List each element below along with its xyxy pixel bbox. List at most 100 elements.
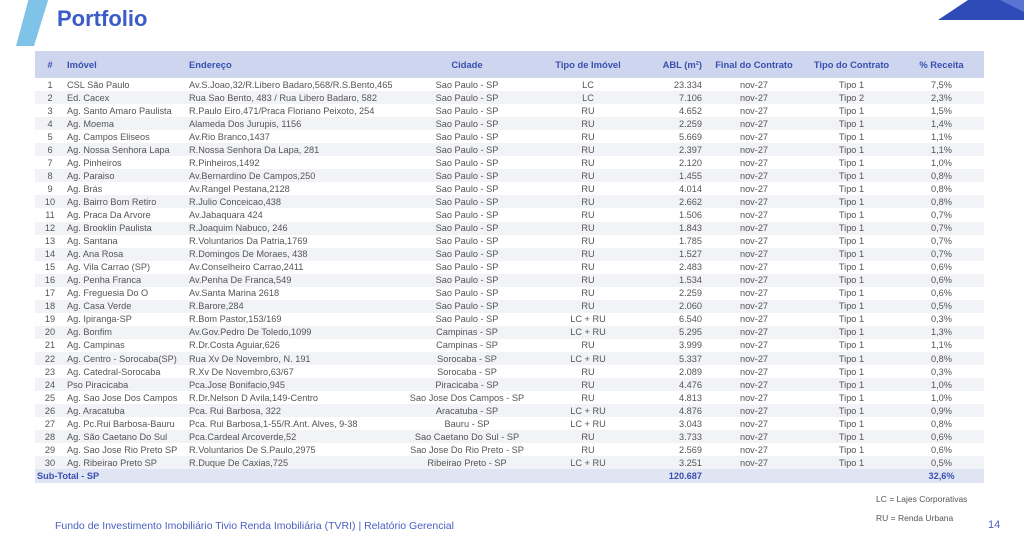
final-contrato-cell: nov-27 (739, 444, 769, 455)
abl-cell: 2.483 (679, 262, 702, 273)
row-number: 23 (44, 366, 56, 377)
abl-cell: 23.334 (673, 79, 702, 90)
imovel-cell: Ag. Centro - Sorocaba(SP) (67, 353, 177, 364)
cidade-cell: Sao Paulo - SP (435, 314, 499, 325)
table-row: 23 Ag. Catedral-Sorocaba R.Xv De Novembro,… (35, 365, 984, 379)
cidade-cell: Sao Paulo - SP (435, 183, 499, 194)
tipo-contrato-cell: Tipo 1 (838, 105, 865, 116)
table-row: 19 Ag. Ipiranga-SP R.Bom Pastor,153/169 Sao… (35, 312, 984, 326)
abl-cell: 4.876 (679, 405, 702, 416)
abl-cell: 2.259 (679, 118, 702, 129)
endereco-cell: R.Dr.Costa Aguiar,626 (189, 340, 280, 351)
table-row: 14 Ag. Ana Rosa R.Domingos De Moraes, 438 S… (35, 247, 984, 261)
table-row: 15 Ag. Vila Carrao (SP) Av.Conselheiro Car… (35, 260, 984, 274)
imovel-cell: Ed. Cacex (67, 92, 110, 103)
cidade-cell: Piracicaba - SP (435, 379, 499, 390)
tipo-imovel-cell: RU (581, 379, 595, 390)
imovel-cell: Ag. Nossa Senhora Lapa (67, 144, 170, 155)
final-contrato-cell: nov-27 (739, 223, 769, 234)
endereco-cell: R.Xv De Novembro,63/67 (189, 366, 294, 377)
col-header-tipo-contrato: Tipo do Contrato (813, 59, 890, 70)
endereco-cell: R.Nossa Senhora Da Lapa, 281 (189, 144, 320, 155)
endereco-cell: R.Pinheiros,1492 (189, 157, 260, 168)
receita-cell: 0,8% (931, 183, 952, 194)
row-number: 24 (44, 379, 56, 390)
cidade-cell: Campinas - SP (436, 327, 498, 338)
row-number: 4 (47, 118, 53, 129)
final-contrato-cell: nov-27 (739, 118, 769, 129)
receita-cell: 0,8% (931, 418, 952, 429)
cidade-cell: Sao Paulo - SP (435, 144, 499, 155)
endereco-cell: R.Dr.Nelson D Avila,149-Centro (189, 392, 319, 403)
tipo-contrato-cell: Tipo 1 (838, 327, 865, 338)
receita-cell: 1,0% (931, 379, 952, 390)
cidade-cell: Sao Jose Dos Campos - SP (409, 392, 525, 403)
footer-text: Fundo de Investimento Imobiliário Tivio … (55, 520, 454, 532)
receita-cell: 0,7% (931, 249, 952, 260)
abl-cell: 2.569 (679, 444, 702, 455)
cidade-cell: Sorocaba - SP (437, 353, 497, 364)
imovel-cell: Ag. Ribeirao Preto SP (67, 457, 157, 468)
row-number: 30 (44, 457, 56, 468)
abl-cell: 2.120 (679, 157, 702, 168)
abl-cell: 1.785 (679, 236, 702, 247)
cidade-cell: Sao Paulo - SP (435, 223, 499, 234)
final-contrato-cell: nov-27 (739, 144, 769, 155)
final-contrato-cell: nov-27 (739, 196, 769, 207)
tipo-imovel-cell: RU (581, 392, 595, 403)
table-row: 4 Ag. Moema Alameda Dos Jurupis, 1156 Sao P… (35, 117, 984, 131)
final-contrato-cell: nov-27 (739, 92, 769, 103)
table-row: 13 Ag. Santana R.Voluntarios Da Patria,176… (35, 234, 984, 248)
cidade-cell: Sao Paulo - SP (435, 79, 499, 90)
tipo-contrato-cell: Tipo 1 (838, 379, 865, 390)
tipo-contrato-cell: Tipo 1 (838, 262, 865, 273)
table-row: 6 Ag. Nossa Senhora Lapa R.Nossa Senhora D… (35, 143, 984, 157)
tipo-contrato-cell: Tipo 1 (838, 392, 865, 403)
abl-cell: 5.295 (679, 327, 702, 338)
imovel-cell: Ag. Brás (67, 183, 103, 194)
tipo-contrato-cell: Tipo 1 (838, 366, 865, 377)
abl-cell: 2.060 (679, 301, 702, 312)
table-row: 27 Ag. Pc.Rui Barbosa-Bauru Pca. Rui Barbo… (35, 417, 984, 431)
abl-cell: 1.506 (679, 209, 702, 220)
row-number: 20 (44, 327, 56, 338)
tipo-contrato-cell: Tipo 1 (838, 431, 865, 442)
tipo-imovel-cell: RU (581, 366, 595, 377)
cidade-cell: Sao Paulo - SP (435, 170, 499, 181)
imovel-cell: Ag. Bairro Bom Retiro (67, 196, 157, 207)
receita-cell: 0,6% (931, 275, 952, 286)
abl-cell: 7.106 (679, 92, 702, 103)
tipo-contrato-cell: Tipo 1 (838, 118, 865, 129)
tipo-imovel-cell: RU (581, 249, 595, 260)
abl-cell: 4.476 (679, 379, 702, 390)
endereco-cell: Av.Gov.Pedro De Toledo,1099 (189, 327, 312, 338)
abl-cell: 2.259 (679, 288, 702, 299)
cidade-cell: Sao Paulo - SP (435, 262, 499, 273)
final-contrato-cell: nov-27 (739, 366, 769, 377)
endereco-cell: Av.S.Joao,32/R.Libero Badaro,568/R.S.Ben… (189, 79, 392, 90)
imovel-cell: Ag. Sao Jose Rio Preto SP (67, 444, 178, 455)
imovel-cell: Ag. Vila Carrao (SP) (67, 262, 151, 273)
receita-cell: 1,0% (931, 157, 952, 168)
receita-cell: 1,4% (931, 118, 952, 129)
imovel-cell: Ag. Campinas (67, 340, 125, 351)
receita-cell: 1,1% (931, 144, 952, 155)
final-contrato-cell: nov-27 (739, 353, 769, 364)
receita-cell: 0,6% (931, 288, 952, 299)
row-number: 25 (44, 392, 56, 403)
abl-cell: 1.843 (679, 223, 702, 234)
col-header-final-contrato: Final do Contrato (715, 59, 793, 70)
cidade-cell: Campinas - SP (436, 340, 498, 351)
table-row: 9 Ag. Brás Av.Rangel Pestana,2128 Sao Paulo… (35, 182, 984, 196)
abl-cell: 3.999 (679, 340, 702, 351)
cidade-cell: Sao Paulo - SP (435, 118, 499, 129)
table-row: 24 Pso Piracicaba Pca.Jose Bonifacio,945 Pi… (35, 378, 984, 392)
page-title: Portfolio (57, 6, 148, 31)
imovel-cell: Ag. Paraiso (67, 170, 115, 181)
row-number: 21 (44, 340, 56, 351)
tipo-contrato-cell: Tipo 1 (838, 444, 865, 455)
receita-cell: 0,6% (931, 444, 952, 455)
tipo-imovel-cell: RU (581, 105, 595, 116)
endereco-cell: Rua Sao Bento, 483 / Rua Libero Badaro, … (189, 92, 377, 103)
row-number: 28 (44, 431, 56, 442)
